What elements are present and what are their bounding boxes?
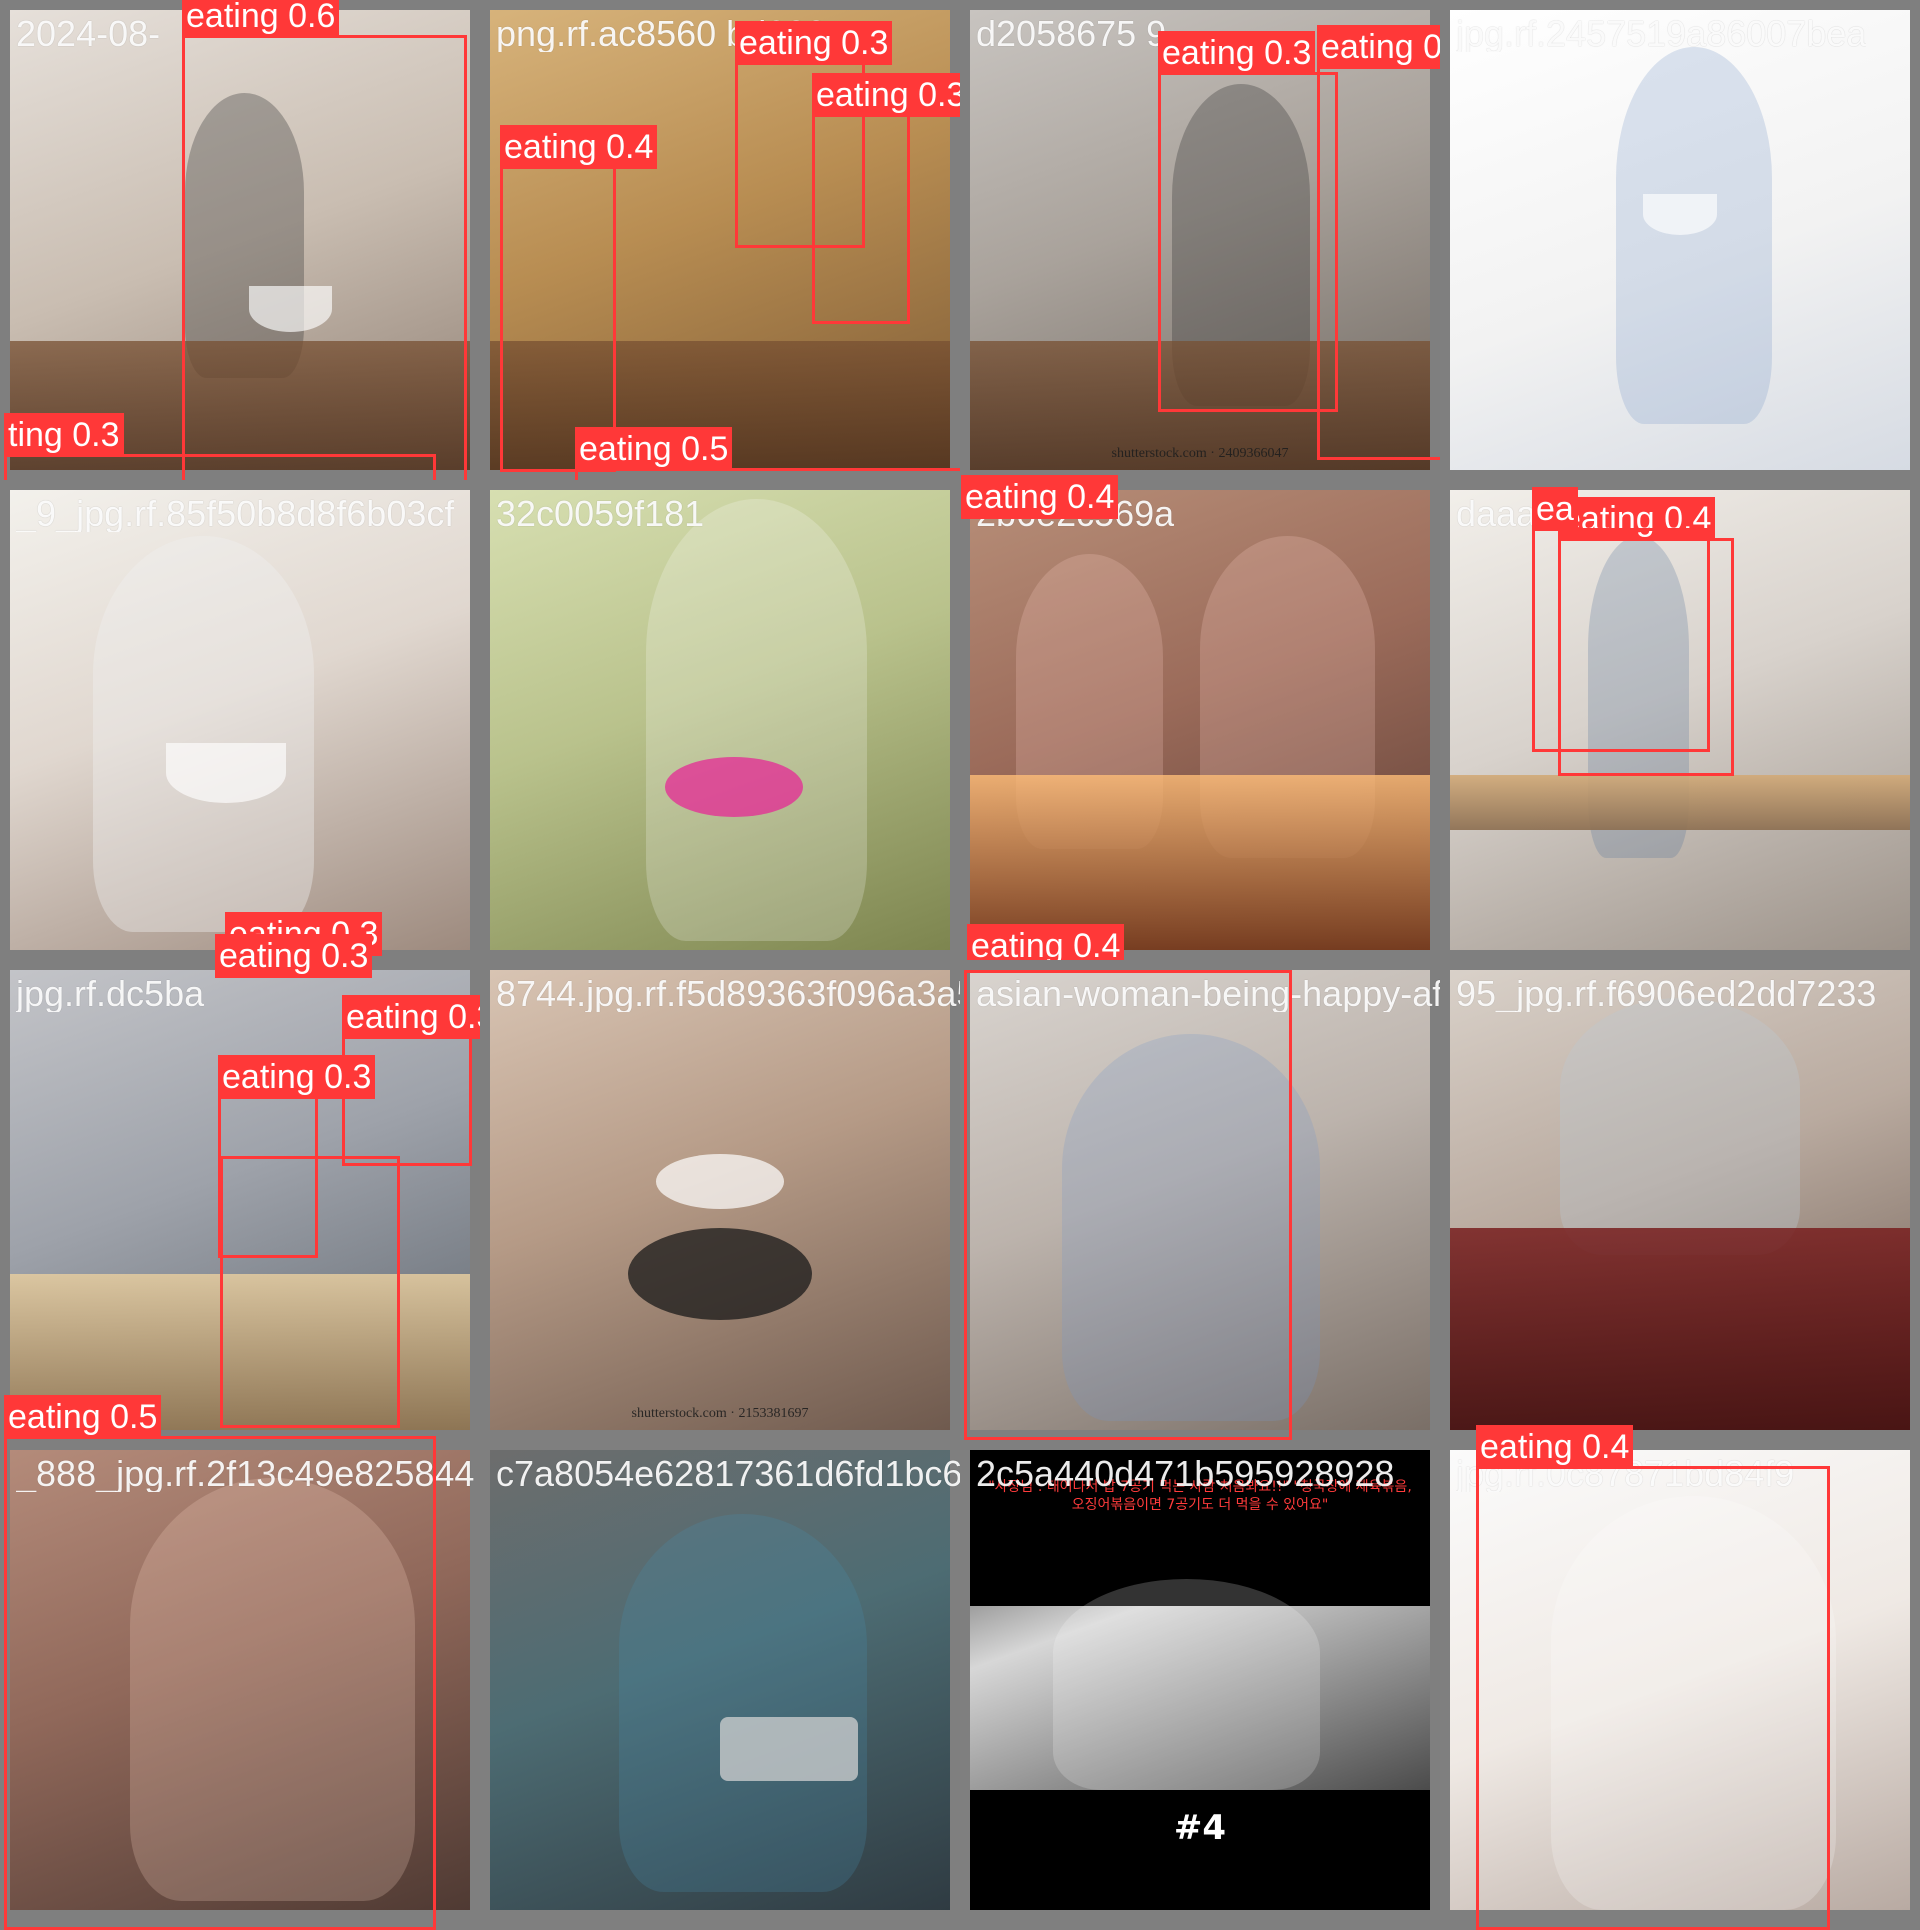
person-silhouette <box>1615 46 1772 424</box>
image <box>970 490 1430 950</box>
table-surface <box>1450 1227 1910 1430</box>
image <box>10 970 470 1430</box>
image <box>1450 10 1910 470</box>
image-tile: png.rf.ac8560 bd088 eating 0.3 eating 0.… <box>480 0 970 490</box>
watermark: shutterstock.com · 2409366047 <box>1111 446 1289 461</box>
image <box>10 490 470 950</box>
image <box>490 10 950 470</box>
image-tile: daaa80a1 eating 0.4 ea <box>1440 480 1920 960</box>
image-tile: 32c0059f181 <box>480 480 960 960</box>
image <box>1450 1450 1910 1910</box>
takeout-container <box>720 1716 858 1782</box>
footer-banner: #4 <box>970 1790 1430 1910</box>
bowl-pink <box>664 756 803 817</box>
plate <box>655 1154 785 1210</box>
food-bowl <box>249 286 332 332</box>
image <box>490 1450 950 1910</box>
watermark: shutterstock.com · 2153381697 <box>631 1406 809 1421</box>
image-tile: "사장님 : 태어나서 밥 7공기 먹는 사람 처음봐요!!" "청국장에 제육… <box>960 1440 1440 1920</box>
image <box>490 490 950 950</box>
person-silhouette <box>1062 1034 1320 1421</box>
image-tile: asian-woman-being-happy-after <box>960 960 1446 1440</box>
mosaic-grid: 2024-08- eating 0.6 ting 0.3 png.rf.ac85… <box>0 0 1920 1930</box>
image: shutterstock.com · 2153381697 <box>490 970 950 1430</box>
image <box>1450 970 1910 1430</box>
image <box>970 970 1430 1430</box>
image <box>10 1450 470 1910</box>
image <box>1450 490 1910 950</box>
image-tile: shutterstock.com · 2153381697 8744.jpg.r… <box>480 960 966 1440</box>
cafeteria-table <box>10 1273 470 1430</box>
image-tile: jpg.rf.2457519a86007bea <box>1440 0 1920 480</box>
image: shutterstock.com · 2409366047 <box>970 10 1430 470</box>
image-tile: 2b6e2c569a eating 0.4 eating 0.4 <box>960 475 1440 968</box>
episode-number: #4 <box>1173 1808 1227 1849</box>
image-tile: 95_jpg.rf.f6906ed2dd7233 <box>1440 960 1920 1440</box>
image-tile: jpg.rf.dc5ba eating 0.3 eating 0.3 eatin… <box>0 934 500 1440</box>
image-tile: _9_jpg.rf.85f50b8d8f6b03cf eating 0.3 <box>0 480 480 960</box>
image-tile: jpg.rf.0c87871bd84f9 eating 0.4 <box>1440 1425 1920 1930</box>
person-silhouette <box>184 92 305 378</box>
table-surface <box>490 341 950 470</box>
person-silhouette <box>1560 997 1800 1256</box>
person-silhouette <box>618 1514 868 1892</box>
person-silhouette <box>92 536 314 932</box>
rice-bowl <box>166 743 286 803</box>
image-tile: _888_jpg.rf.2f13c49e825844 eating 0.5 <box>0 1395 480 1930</box>
image <box>10 10 470 470</box>
person-silhouette <box>1052 1578 1320 1791</box>
sushi-platter <box>970 775 1430 950</box>
table-surface <box>10 341 470 470</box>
image: "사장님 : 태어나서 밥 7공기 먹는 사람 처음봐요!!" "청국장에 제육… <box>970 1450 1430 1910</box>
person-silhouette <box>129 1477 415 1901</box>
person-silhouette <box>1551 1496 1837 1910</box>
coffee-table <box>1450 775 1910 831</box>
image-tile: c7a8054e62817361d6fd1bc6c89 <box>480 1440 966 1920</box>
person-silhouette <box>646 499 868 941</box>
caption-text: "사장님 : 태어나서 밥 7공기 먹는 사람 처음봐요!!" "청국장에 제육… <box>988 1479 1412 1513</box>
wok-pan <box>628 1227 812 1320</box>
image-tile: shutterstock.com · 2409366047 d2058675 9… <box>960 0 1475 480</box>
image-tile: 2024-08- eating 0.6 ting 0.3 <box>0 0 480 497</box>
